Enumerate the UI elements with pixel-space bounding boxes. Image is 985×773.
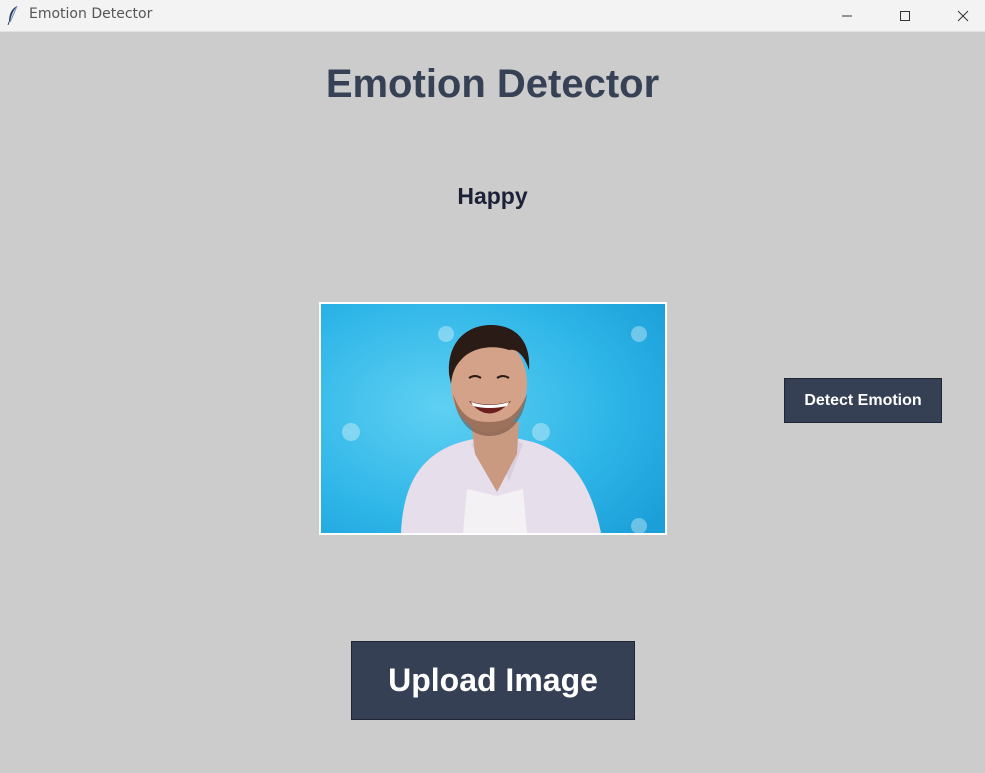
minimize-icon xyxy=(842,15,852,16)
preview-image xyxy=(319,302,667,535)
detect-emotion-button[interactable]: Detect Emotion xyxy=(784,378,942,423)
upload-image-button[interactable]: Upload Image xyxy=(351,641,635,720)
maximize-icon xyxy=(900,10,910,21)
app-window-content: Emotion Detector Happy Detect Emotion Up… xyxy=(0,32,985,773)
page-title: Emotion Detector xyxy=(325,62,660,106)
maximize-button[interactable] xyxy=(876,0,934,31)
smiling-man-photo xyxy=(321,304,665,533)
minimize-button[interactable] xyxy=(818,0,876,31)
window-titlebar: Emotion Detector xyxy=(0,0,985,32)
close-button[interactable] xyxy=(934,0,985,31)
close-icon xyxy=(957,10,969,21)
feather-icon xyxy=(7,5,18,25)
window-title: Emotion Detector xyxy=(29,6,153,22)
emotion-result-label: Happy xyxy=(457,183,528,209)
